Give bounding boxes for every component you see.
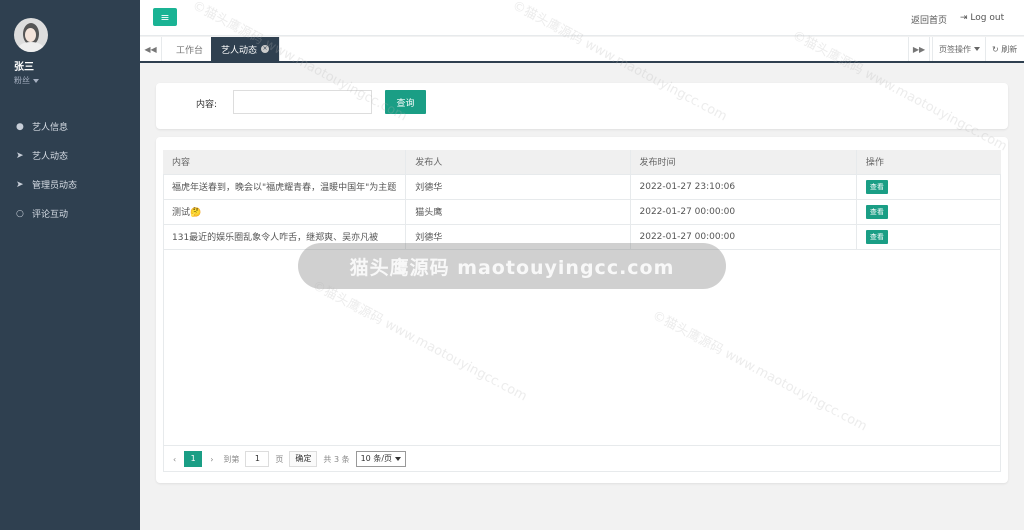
prev-page-icon[interactable]: ‹ [173,455,176,464]
view-button[interactable]: 查看 [865,229,888,244]
double-left-icon: ◀◀ [144,44,157,54]
content-search-input[interactable] [233,90,372,114]
table-row: 福虎年送春到，晚会以"福虎耀青春，温暖中国年"为主题 刘德华 2022-01-2… [163,174,1001,200]
paper-plane-icon: ➤ [16,179,24,190]
view-button[interactable]: 查看 [865,204,888,219]
col-author[interactable]: 发布人 [405,150,631,175]
comment-icon: ○ [16,208,24,219]
cell-author: 猫头鹰 [405,199,631,225]
tab-artist-news[interactable]: 艺人动态 × [211,37,281,61]
refresh-button[interactable]: ↻ 刷新 [985,37,1023,61]
sidebar-item-artist-news[interactable]: ➤ 艺人动态 [0,141,140,170]
watermark-banner: 猫头鹰源码 maotouyingcc.com [298,243,726,289]
hamburger-icon: ≡ [160,10,170,24]
table-row: 测试🤔 猫头鹰 2022-01-27 00:00:00 查看 [163,199,1001,225]
caret-down-icon [974,47,980,51]
total-count: 共 3 条 [323,454,350,464]
view-button[interactable]: 查看 [865,179,888,194]
news-table: 内容 发布人 发布时间 操作 福虎年送春到，晚会以"福虎耀青春，温暖中国年"为主… [163,150,1001,250]
cell-action: 查看 [856,224,1001,250]
page-current[interactable]: 1 [184,451,203,467]
cell-time: 2022-01-27 23:10:06 [630,174,857,200]
page-size-select[interactable]: 10 条/页 [355,451,407,467]
content-label: 内容: [196,100,218,110]
cell-content: 测试🤔 [163,199,407,225]
sidebar-item-artist-info[interactable]: ● 艺人信息 [0,112,140,141]
paper-plane-icon: ➤ [16,150,24,161]
cell-time: 2022-01-27 00:00:00 [630,199,857,225]
double-right-icon: ▶▶ [912,44,926,54]
cell-action: 查看 [856,199,1001,225]
sidebar: 张三 粉丝 ● 艺人信息 ➤ 艺人动态 ➤ 管理员动态 ○ 评论互动 [0,0,140,530]
caret-down-icon [33,78,39,83]
sidebar-nav: ● 艺人信息 ➤ 艺人动态 ➤ 管理员动态 ○ 评论互动 [0,112,140,228]
user-role-dropdown[interactable]: 粉丝 [14,75,39,86]
caret-down-icon [395,456,402,461]
tab-workbench[interactable]: 工作台 [166,37,215,61]
tab-ops-dropdown[interactable]: 页签操作 [932,37,986,61]
goto-page-input[interactable]: 1 [245,451,270,467]
home-link[interactable]: 返回首页 [911,13,947,26]
col-content[interactable]: 内容 [163,150,407,175]
cell-author: 刘德华 [405,174,631,200]
search-panel: 内容: 查询 [156,83,1008,129]
pagination: ‹ 1 › 到第 1 页 确定 共 3 条 10 条/页 [163,445,1001,472]
logout-link[interactable]: ⇥ Log out [960,13,1004,23]
refresh-icon: ↻ [992,44,999,54]
user-circle-icon: ● [16,121,24,132]
query-button[interactable]: 查询 [385,90,426,114]
close-icon[interactable]: × [261,45,270,53]
cell-content: 福虎年送春到，晚会以"福虎耀青春，温暖中国年"为主题 [163,174,407,200]
menu-toggle-button[interactable]: ≡ [153,8,177,26]
tab-scroll-right-button[interactable]: ▶▶ [908,37,930,61]
col-time[interactable]: 发布时间 [630,150,857,175]
goto-prefix: 到第 [223,454,240,464]
tab-scroll-left-button[interactable]: ◀◀ [140,37,162,61]
avatar[interactable] [14,18,48,52]
goto-suffix: 页 [275,454,284,464]
table-header-row: 内容 发布人 发布时间 操作 [163,150,1001,175]
goto-confirm-button[interactable]: 确定 [289,451,318,467]
logout-icon: ⇥ [960,13,968,23]
cell-action: 查看 [856,174,1001,200]
tab-bar: ◀◀ 工作台 艺人动态 × ▶▶ 页签操作 ↻ 刷新 [140,37,1024,63]
top-bar: ≡ 返回首页 ⇥ Log out [140,0,1024,36]
next-page-icon[interactable]: › [210,455,213,464]
sidebar-item-admin-news[interactable]: ➤ 管理员动态 [0,170,140,199]
col-action[interactable]: 操作 [856,150,1001,175]
table-panel: 内容 发布人 发布时间 操作 福虎年送春到，晚会以"福虎耀青春，温暖中国年"为主… [156,137,1008,483]
sidebar-item-comments[interactable]: ○ 评论互动 [0,199,140,228]
user-name: 张三 [14,62,34,73]
